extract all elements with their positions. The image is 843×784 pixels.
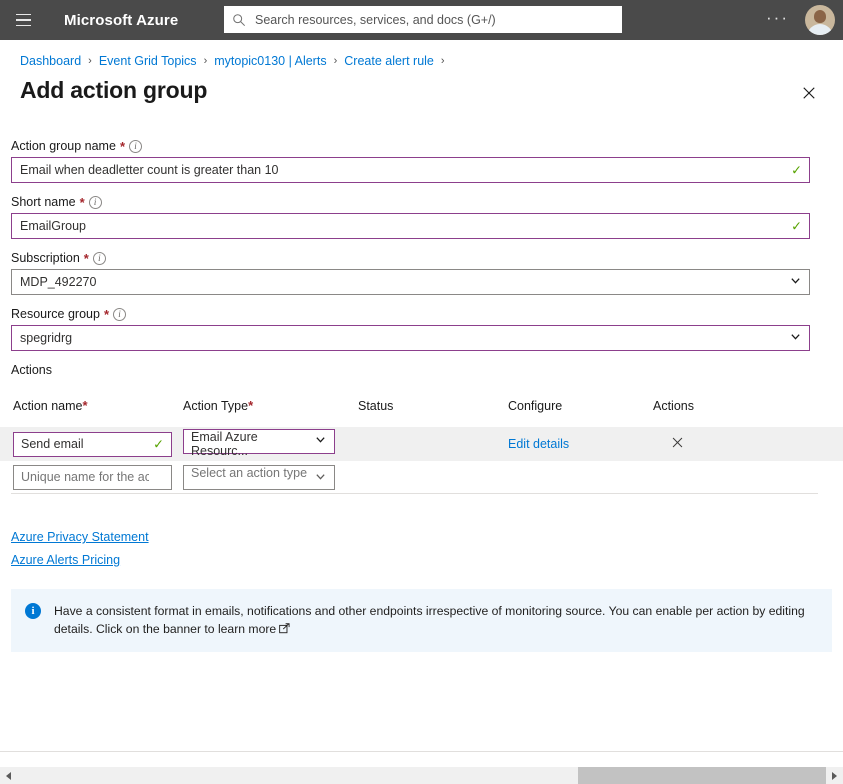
column-actions: Actions	[653, 397, 773, 415]
hamburger-menu-icon[interactable]	[0, 0, 46, 40]
column-status: Status	[358, 397, 508, 415]
legal-links: Azure Privacy Statement Azure Alerts Pri…	[0, 530, 843, 567]
close-glyph	[803, 87, 815, 99]
row-action-name-input[interactable]	[13, 464, 172, 490]
info-banner-text-wrap: Have a consistent format in emails, noti…	[54, 602, 818, 638]
table-bottom-divider	[11, 493, 818, 494]
row-action-type-wrap: Email Azure Resourc...	[183, 428, 335, 458]
row-action-type-select[interactable]: Select an action type	[183, 465, 335, 490]
horizontal-scrollbar[interactable]	[0, 767, 843, 784]
required-marker: *	[119, 138, 125, 154]
breadcrumb-item-event-grid-topics[interactable]: Event Grid Topics	[99, 54, 197, 68]
resource-group-select[interactable]: spegridrg	[11, 325, 810, 351]
close-icon[interactable]	[794, 78, 824, 108]
required-marker: *	[79, 194, 85, 210]
row-action-type-cell: Select an action type	[183, 464, 358, 490]
user-avatar[interactable]	[805, 5, 835, 35]
table-row: Select an action type	[0, 461, 843, 493]
footer-divider	[0, 751, 843, 752]
scrollbar-thumb[interactable]	[578, 767, 826, 784]
action-group-name-input[interactable]	[11, 157, 810, 183]
topbar-right-cluster: ···	[760, 0, 835, 40]
column-action-type: Action Type*	[183, 397, 358, 415]
page-title: Add action group	[20, 77, 208, 103]
action-group-form: Action group name * i ✓ Short name * i ✓…	[0, 139, 843, 377]
short-name-field-wrap: ✓	[11, 213, 810, 239]
subscription-label-row: Subscription * i	[11, 251, 810, 265]
scrollbar-track[interactable]	[17, 767, 826, 784]
row-action-type-cell: Email Azure Resourc...	[183, 428, 358, 460]
short-name-label-row: Short name * i	[11, 195, 810, 209]
column-action-name-label: Action name	[13, 399, 83, 413]
resource-group-label: Resource group	[11, 307, 100, 321]
scroll-left-arrow-icon[interactable]	[0, 767, 17, 784]
row-action-name-input[interactable]	[13, 431, 172, 457]
azure-privacy-statement-link[interactable]: Azure Privacy Statement	[11, 530, 149, 544]
column-configure-label: Configure	[508, 399, 563, 413]
resource-group-label-row: Resource group * i	[11, 307, 810, 321]
row-action-name-cell	[0, 464, 183, 490]
breadcrumb-item-dashboard[interactable]: Dashboard	[20, 54, 81, 68]
breadcrumb-separator-icon: ›	[440, 55, 445, 67]
actions-table: Action name* Action Type* Status Configu…	[0, 393, 843, 494]
search-input[interactable]	[253, 11, 614, 28]
subscription-select[interactable]: MDP_492270	[11, 269, 810, 295]
info-icon[interactable]: i	[88, 195, 102, 209]
required-marker: *	[83, 250, 89, 266]
row-action-type-select[interactable]: Email Azure Resourc...	[183, 428, 335, 458]
info-icon[interactable]: i	[92, 251, 106, 265]
row-configure-cell: Edit details	[508, 435, 653, 453]
page-content: Dashboard › Event Grid Topics › mytopic0…	[0, 40, 843, 784]
resource-group-field-wrap: spegridrg	[11, 325, 810, 351]
info-icon: i	[25, 603, 41, 619]
breadcrumb-separator-icon: ›	[88, 55, 92, 67]
column-actions-label: Actions	[653, 399, 694, 413]
short-name-input[interactable]	[11, 213, 810, 239]
info-icon[interactable]: i	[129, 139, 142, 153]
required-marker: *	[82, 398, 88, 413]
subscription-label: Subscription	[11, 251, 80, 265]
remove-action-icon[interactable]	[669, 434, 685, 450]
subscription-field-wrap: MDP_492270	[11, 269, 810, 295]
required-marker: *	[248, 398, 254, 413]
azure-brand-title[interactable]: Microsoft Azure	[64, 12, 178, 29]
top-navigation-bar: Microsoft Azure ···	[0, 0, 843, 40]
actions-section-label: Actions	[11, 363, 52, 377]
breadcrumb-separator-icon: ›	[203, 55, 208, 67]
column-configure: Configure	[508, 397, 653, 415]
action-group-name-field-wrap: ✓	[11, 157, 810, 183]
info-banner[interactable]: i Have a consistent format in emails, no…	[11, 589, 832, 652]
column-action-name: Action name*	[0, 397, 183, 415]
row-action-name-wrap: ✓	[13, 431, 172, 457]
row-action-name-cell: ✓	[0, 431, 183, 457]
column-action-type-label: Action Type	[183, 399, 249, 413]
avatar-body	[807, 24, 833, 35]
column-status-label: Status	[358, 399, 394, 413]
breadcrumb: Dashboard › Event Grid Topics › mytopic0…	[0, 40, 843, 68]
info-icon[interactable]: i	[113, 307, 127, 321]
scroll-right-arrow-icon[interactable]	[826, 767, 843, 784]
table-row: ✓ Email Azure Resourc... Edit details	[0, 427, 843, 461]
actions-table-header: Action name* Action Type* Status Configu…	[0, 393, 843, 419]
breadcrumb-item-mytopic-alerts[interactable]: mytopic0130 | Alerts	[214, 54, 326, 68]
action-group-name-label-row: Action group name * i	[11, 139, 810, 153]
row-action-name-wrap	[13, 464, 172, 490]
more-options-icon[interactable]: ···	[760, 5, 795, 35]
breadcrumb-separator-icon: ›	[333, 55, 338, 67]
search-icon	[233, 13, 246, 26]
action-group-name-label: Action group name	[11, 139, 116, 153]
row-actions-cell	[653, 434, 773, 454]
row-action-type-wrap: Select an action type	[183, 465, 335, 490]
external-link-icon[interactable]	[279, 621, 290, 634]
global-search-box[interactable]	[224, 6, 622, 33]
azure-alerts-pricing-link[interactable]: Azure Alerts Pricing	[11, 553, 120, 567]
remove-glyph	[672, 437, 682, 448]
required-marker: *	[103, 306, 110, 322]
edit-details-link[interactable]: Edit details	[508, 437, 569, 451]
breadcrumb-item-create-alert-rule[interactable]: Create alert rule	[344, 54, 434, 68]
short-name-label: Short name	[11, 195, 76, 209]
avatar-face	[814, 10, 826, 23]
info-banner-text: Have a consistent format in emails, noti…	[54, 604, 805, 636]
